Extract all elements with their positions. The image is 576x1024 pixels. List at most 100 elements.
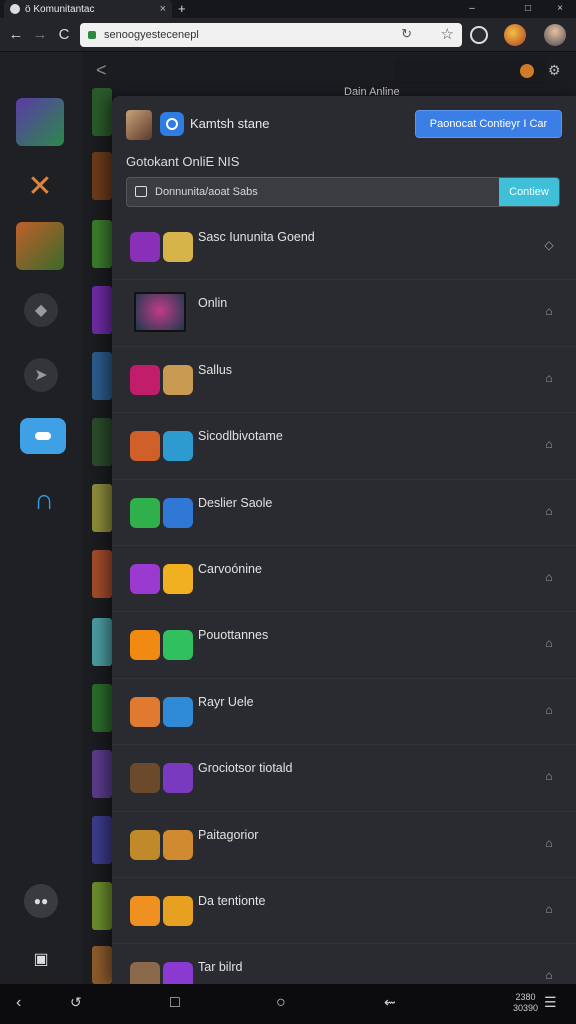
rail-settings-icon[interactable]: ▣ <box>24 942 58 976</box>
side-rail: ✕ ◆ ➤ ∩ ●● ▣ <box>0 52 82 984</box>
list-item[interactable]: Rayr Uele ⌂ <box>112 679 576 746</box>
item-game-icon <box>130 895 160 926</box>
item-action-icon[interactable]: ⌂ <box>542 504 556 518</box>
panel-header-name: Kamtsh stane <box>190 116 270 131</box>
rail-tag-icon[interactable]: ◆ <box>24 293 58 327</box>
game-thumbnail[interactable] <box>92 550 112 598</box>
rail-headset-icon[interactable]: ∩ <box>26 482 62 518</box>
item-action-icon[interactable]: ⌂ <box>542 304 556 318</box>
item-game-icon <box>130 829 160 860</box>
list-item[interactable]: Carvoónine ⌂ <box>112 546 576 613</box>
list-item[interactable]: Paitagorior ⌂ <box>112 812 576 878</box>
address-bar[interactable]: senoogyestecenepl ↻ ☆ <box>80 23 462 47</box>
header-action-button[interactable]: Paonocat Contieyr I Car <box>415 110 562 138</box>
item-action-icon[interactable]: ⌂ <box>542 437 556 451</box>
nav-menu-icon[interactable]: ☰ <box>544 994 557 1011</box>
item-game-icon <box>130 696 160 727</box>
item-secondary-icon <box>163 497 193 528</box>
item-game-icon <box>130 763 160 794</box>
list-item[interactable]: Sicodlbivotame ⌂ <box>112 413 576 480</box>
item-secondary-icon <box>163 696 193 727</box>
close-window-button[interactable]: × <box>546 0 574 18</box>
list-item[interactable]: Pouottannes ⌂ <box>112 612 576 679</box>
item-action-icon[interactable]: ⌂ <box>542 902 556 916</box>
item-game-icon <box>130 497 160 528</box>
panel-user-avatar[interactable] <box>126 110 152 140</box>
game-thumbnail[interactable] <box>92 946 112 984</box>
game-thumbnail[interactable] <box>92 882 112 930</box>
omni-reload-icon[interactable]: ↻ <box>401 26 412 42</box>
game-thumbnail[interactable] <box>92 418 112 466</box>
rail-bird-icon[interactable]: ➤ <box>24 358 58 392</box>
list-item[interactable]: Grociotsor tiotald ⌂ <box>112 745 576 812</box>
item-game-icon <box>130 232 160 262</box>
item-action-icon[interactable]: ⌂ <box>542 371 556 385</box>
search-field[interactable]: Donnunita/aoat Sabs Contiew <box>126 177 560 207</box>
game-thumbnail[interactable] <box>92 352 112 400</box>
profile-game-avatar[interactable] <box>504 24 526 46</box>
game-thumbnail[interactable] <box>92 220 112 268</box>
nav-recents-button[interactable]: □ <box>170 994 180 1012</box>
search-icon <box>135 186 147 197</box>
item-action-icon[interactable]: ⌂ <box>542 636 556 650</box>
reload-button[interactable]: C <box>54 25 74 45</box>
game-thumbnail[interactable] <box>92 286 112 334</box>
list-item[interactable]: Onlin ⌂ <box>112 280 576 347</box>
back-button[interactable]: ← <box>6 25 26 45</box>
item-artwork-icon <box>134 292 186 333</box>
nav-assistant-icon[interactable]: ↺ <box>70 994 82 1011</box>
item-game-icon <box>130 364 160 395</box>
item-label: Tar bilrd <box>198 960 243 975</box>
item-label: Deslier Saole <box>198 495 273 510</box>
item-secondary-icon <box>163 232 193 262</box>
game-thumbnail[interactable] <box>92 484 112 532</box>
forward-button[interactable]: → <box>30 25 50 45</box>
rail-controller-icon[interactable] <box>20 418 66 454</box>
item-action-icon[interactable]: ⌂ <box>542 836 556 850</box>
item-action-icon[interactable]: ⌂ <box>542 703 556 717</box>
list-item[interactable]: Tar bilrd ⌂ <box>112 944 576 984</box>
lock-icon <box>88 31 96 39</box>
item-secondary-icon <box>163 431 193 462</box>
nav-back-button[interactable]: ‹ <box>16 994 21 1012</box>
game-thumbnail[interactable] <box>92 816 112 864</box>
clock-date: 30390 <box>512 1003 538 1013</box>
rail-gamepad-icon[interactable]: ●● <box>24 884 58 918</box>
item-action-icon[interactable]: ⌂ <box>542 769 556 783</box>
search-placeholder[interactable]: Donnunita/aoat Sabs <box>155 186 258 198</box>
rail-swords-icon[interactable]: ✕ <box>16 162 64 210</box>
app-logo-icon <box>160 112 184 136</box>
item-action-icon[interactable]: ◇ <box>542 238 556 252</box>
minimize-button[interactable]: – <box>458 0 486 18</box>
game-thumbnail[interactable] <box>92 88 112 136</box>
item-action-icon[interactable]: ⌂ <box>542 968 556 982</box>
nav-home-button[interactable]: ○ <box>276 994 286 1012</box>
game-thumbnail[interactable] <box>92 684 112 732</box>
new-tab-button[interactable]: + <box>178 0 186 18</box>
rail-game-avatar-1[interactable] <box>16 98 64 146</box>
browser-tab[interactable]: ö Komunitantac × <box>4 0 172 18</box>
item-action-icon[interactable]: ⌂ <box>542 570 556 584</box>
rail-game-avatar-2[interactable] <box>16 222 64 270</box>
item-game-icon <box>130 563 160 594</box>
browser-toolbar: ← → C senoogyestecenepl ↻ ☆ <box>0 18 576 52</box>
gear-icon[interactable]: ⚙ <box>548 62 561 79</box>
list-item[interactable]: Sasc Iununita Goend ◇ <box>112 214 576 281</box>
list-item[interactable]: Sallus ⌂ <box>112 347 576 414</box>
game-thumbnail[interactable] <box>92 152 112 200</box>
bookmark-star-icon[interactable]: ☆ <box>441 25 454 43</box>
user-avatar[interactable] <box>544 24 566 46</box>
community-panel: Kamtsh stane Paonocat Contieyr I Car Got… <box>112 96 576 984</box>
game-thumbnail[interactable] <box>92 750 112 798</box>
tab-close-icon[interactable]: × <box>160 3 166 15</box>
extension-icon[interactable] <box>470 26 488 44</box>
nav-share-icon[interactable]: ⇜ <box>384 994 396 1011</box>
back-chevron-icon[interactable]: < <box>96 60 107 81</box>
list-item[interactable]: Deslier Saole ⌂ <box>112 480 576 546</box>
item-label: Pouottannes <box>198 628 269 643</box>
list-item[interactable]: Da tentionte ⌂ <box>112 878 576 945</box>
search-button[interactable]: Contiew <box>499 178 559 206</box>
maximize-button[interactable]: □ <box>514 0 542 18</box>
url-text[interactable]: senoogyestecenepl <box>104 29 199 41</box>
game-thumbnail[interactable] <box>92 618 112 666</box>
